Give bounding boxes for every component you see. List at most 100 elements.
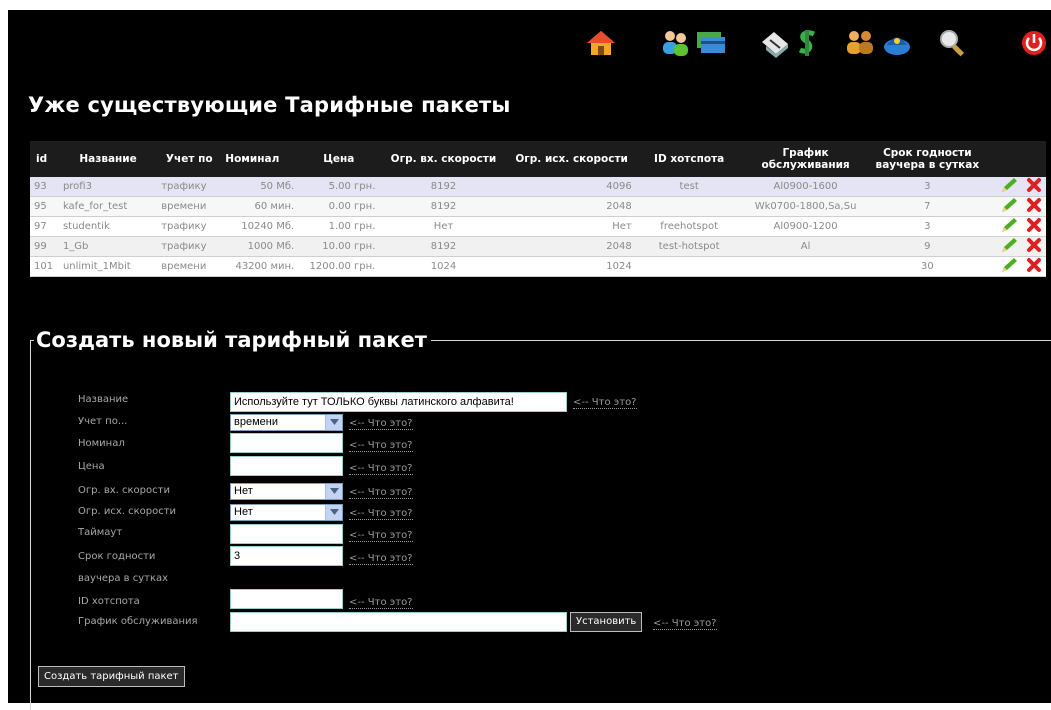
price-input[interactable] bbox=[230, 456, 343, 476]
limit-in-select-value: Нет bbox=[234, 485, 253, 497]
accounting-select[interactable]: времени bbox=[230, 414, 343, 431]
cell-limit-in: 8192 bbox=[379, 177, 508, 197]
chevron-down-icon[interactable] bbox=[325, 415, 342, 430]
table-row[interactable]: 95 kafe_for_test времени 60 мин. 0.00 гр… bbox=[30, 196, 1046, 217]
cell-name: profi3 bbox=[58, 177, 158, 197]
tariffs-icon[interactable] bbox=[792, 28, 824, 58]
tariff-table: id Название Учет по Номинал Цена Огр. вх… bbox=[30, 141, 1046, 277]
cell-hotspot: test bbox=[635, 177, 743, 197]
accounting-label: Учет по... bbox=[78, 416, 128, 427]
delete-icon[interactable] bbox=[1026, 237, 1042, 253]
cell-actions bbox=[986, 177, 1046, 197]
col-actions bbox=[986, 141, 1046, 177]
cell-nominal: 43200 мин. bbox=[221, 256, 299, 277]
power-icon[interactable] bbox=[1018, 28, 1050, 58]
col-price[interactable]: Цена bbox=[298, 141, 380, 177]
col-accounting[interactable]: Учет по bbox=[157, 141, 222, 177]
col-name[interactable]: Название bbox=[58, 141, 158, 177]
cell-actions bbox=[986, 196, 1046, 217]
delete-icon[interactable] bbox=[1026, 257, 1042, 273]
chevron-down-icon[interactable] bbox=[325, 505, 342, 520]
search-icon[interactable] bbox=[937, 28, 969, 58]
cell-name: 1_Gb bbox=[58, 236, 158, 257]
limit-out-select-value: Нет bbox=[234, 506, 253, 518]
cell-id: 97 bbox=[30, 216, 59, 237]
help-link[interactable]: <-- Что это? bbox=[349, 553, 413, 565]
create-tariff-button[interactable]: Создать тарифный пакет bbox=[38, 666, 185, 687]
col-nominal[interactable]: Номинал bbox=[221, 141, 299, 177]
help-link[interactable]: <-- Что это? bbox=[349, 440, 413, 452]
limit-in-label: Огр. вх. скорости bbox=[78, 485, 170, 496]
cell-price: 10.00 грн. bbox=[298, 236, 380, 257]
delete-icon[interactable] bbox=[1026, 217, 1042, 233]
delete-icon[interactable] bbox=[1026, 197, 1042, 213]
cell-name: kafe_for_test bbox=[58, 196, 158, 217]
table-row[interactable]: 101 unlimit_1Mbit времени 43200 мин. 120… bbox=[30, 256, 1046, 277]
cell-actions bbox=[986, 216, 1046, 237]
limit-out-select[interactable]: Нет bbox=[230, 504, 343, 521]
col-limit-in[interactable]: Огр. вх. скорости bbox=[379, 141, 508, 177]
col-schedule[interactable]: График обслуживания bbox=[742, 141, 869, 177]
timeout-input[interactable] bbox=[230, 524, 343, 544]
help-link[interactable]: <-- Что это? bbox=[573, 397, 637, 409]
cell-hotspot bbox=[635, 256, 743, 277]
help-link[interactable]: <-- Что это? bbox=[349, 463, 413, 475]
limit-in-select[interactable]: Нет bbox=[230, 483, 343, 500]
help-link[interactable]: <-- Что это? bbox=[349, 530, 413, 542]
col-hotspot[interactable]: ID хотспота bbox=[635, 141, 743, 177]
cell-schedule: Al bbox=[742, 236, 869, 257]
admin-icon[interactable] bbox=[881, 28, 913, 58]
col-limit-out[interactable]: Огр. исх. скорости bbox=[507, 141, 636, 177]
name-label: Название bbox=[78, 394, 129, 405]
expiry-label-line1: Срок годности bbox=[78, 551, 156, 562]
groups-icon[interactable] bbox=[844, 28, 876, 58]
name-input[interactable]: Используйте тут ТОЛЬКО буквы латинского … bbox=[230, 392, 567, 412]
cell-id: 93 bbox=[30, 177, 59, 197]
chevron-down-icon[interactable] bbox=[325, 484, 342, 499]
help-link[interactable]: <-- Что это? bbox=[349, 508, 413, 520]
cell-limit-out: Нет bbox=[507, 216, 636, 237]
nominal-label: Номинал bbox=[78, 438, 125, 449]
table-row[interactable]: 99 1_Gb трафику 1000 Мб. 10.00 грн. 8192… bbox=[30, 236, 1046, 257]
schedule-input[interactable] bbox=[230, 612, 567, 632]
cell-price: 0.00 грн. bbox=[298, 196, 380, 217]
edit-icon[interactable] bbox=[1000, 257, 1018, 273]
col-expiry[interactable]: Срок годности ваучера в сутках bbox=[868, 141, 987, 177]
home-icon[interactable] bbox=[585, 28, 617, 58]
cell-limit-in: 8192 bbox=[379, 196, 508, 217]
help-link[interactable]: <-- Что это? bbox=[349, 487, 413, 499]
cell-price: 5.00 грн. bbox=[298, 177, 380, 197]
vouchers-icon[interactable] bbox=[760, 28, 792, 58]
set-schedule-button[interactable]: Установить bbox=[570, 612, 643, 632]
cell-limit-in: 8192 bbox=[379, 236, 508, 257]
cell-limit-in: Нет bbox=[379, 216, 508, 237]
cell-expiry: 3 bbox=[868, 216, 987, 237]
help-link[interactable]: <-- Что это? bbox=[653, 618, 717, 630]
cell-expiry: 9 bbox=[868, 236, 987, 257]
expiry-label-line2: ваучера в сутках bbox=[78, 573, 169, 584]
table-header-row: id Название Учет по Номинал Цена Огр. вх… bbox=[30, 141, 1046, 177]
edit-icon[interactable] bbox=[1000, 237, 1018, 253]
help-link[interactable]: <-- Что это? bbox=[349, 597, 413, 609]
hotspot-input[interactable] bbox=[230, 589, 343, 609]
users-icon[interactable] bbox=[659, 28, 691, 58]
cell-limit-out: 1024 bbox=[507, 256, 636, 277]
nominal-input[interactable] bbox=[230, 433, 343, 453]
app-frame: Уже существующие Тарифные пакеты id Назв… bbox=[8, 10, 1051, 710]
cell-accounting: трафику bbox=[157, 177, 222, 197]
col-id[interactable]: id bbox=[30, 141, 59, 177]
edit-icon[interactable] bbox=[1000, 217, 1018, 233]
edit-icon[interactable] bbox=[1000, 197, 1018, 213]
toolbar bbox=[8, 28, 1051, 60]
edit-icon[interactable] bbox=[1000, 177, 1018, 193]
table-row[interactable]: 97 studentik трафику 10240 Мб. 1.00 грн.… bbox=[30, 216, 1046, 237]
cell-accounting: времени bbox=[157, 256, 222, 277]
help-link[interactable]: <-- Что это? bbox=[349, 418, 413, 430]
cell-schedule: Wk0700-1800,Sa,Su bbox=[742, 196, 869, 217]
cards-icon[interactable] bbox=[695, 28, 727, 58]
table-row[interactable]: 93 profi3 трафику 50 Мб. 5.00 грн. 8192 … bbox=[30, 177, 1046, 197]
cell-id: 95 bbox=[30, 196, 59, 217]
cell-price: 1200.00 грн. bbox=[298, 256, 380, 277]
expiry-input[interactable]: 3 bbox=[230, 546, 343, 566]
delete-icon[interactable] bbox=[1026, 177, 1042, 193]
